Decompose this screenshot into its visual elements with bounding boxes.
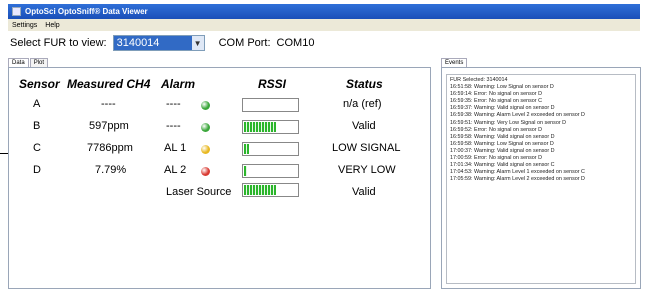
sensor-b-rssi-bar <box>242 120 299 134</box>
annotation-line <box>0 153 8 154</box>
event-line: 16:59:52: Error: No signal on sensor D <box>450 126 542 133</box>
event-line: FUR Selected: 3140014 <box>450 77 508 83</box>
sensor-b-rssi-fill <box>244 122 276 132</box>
sensor-c-rssi-fill <box>244 144 250 154</box>
header-sensor: Sensor <box>19 77 60 91</box>
event-line: 16:59:58: Warning: Low Signal on sensor … <box>450 140 554 147</box>
sensor-c-status-led <box>201 145 210 154</box>
selector-row: Select FUR to view: 3140014 ▼ COM Port: … <box>10 33 314 53</box>
event-line: 16:59:38: Warning: Alarm Level 2 exceede… <box>450 112 585 119</box>
sensor-a-rssi-bar <box>242 98 299 112</box>
menu-settings[interactable]: Settings <box>12 22 37 29</box>
event-line: 16:59:58: Warning: Valid signal on senso… <box>450 133 555 140</box>
sensor-c-alarm: AL 1 <box>164 142 187 154</box>
laser-source-rssi-bar <box>242 183 299 197</box>
event-line: 17:05:59: Warning: Alarm Level 2 exceede… <box>450 176 585 183</box>
tab-data[interactable]: Data <box>8 58 29 67</box>
sensor-d-status: VERY LOW <box>338 164 396 176</box>
window-title: OptoSci OptoSniff® Data Viewer <box>25 7 148 16</box>
data-panel: Data Plot Sensor Measured CH4 Alarm RSSI… <box>8 58 431 289</box>
sensor-d-ch4: 7.79% <box>95 164 127 176</box>
fur-select[interactable]: 3140014 ▼ <box>112 35 205 51</box>
right-tabs: Events <box>441 58 641 67</box>
com-port-value: COM10 <box>276 37 315 49</box>
sensor-c-ch4: 7786ppm <box>87 142 133 154</box>
fur-select-value[interactable]: 3140014 <box>113 36 192 50</box>
sensor-table: Sensor Measured CH4 Alarm RSSI Status A … <box>8 67 431 289</box>
sensor-a-name: A <box>33 98 41 110</box>
fur-label: Select FUR to view: <box>10 37 107 49</box>
sensor-b-name: B <box>33 120 41 132</box>
sensor-c-name: C <box>33 142 41 154</box>
sensor-c-rssi-bar <box>242 142 299 156</box>
app-icon <box>12 7 21 16</box>
sensor-b-status-led <box>201 123 210 132</box>
tab-events[interactable]: Events <box>441 58 468 67</box>
laser-source-label: Laser Source <box>166 186 232 198</box>
laser-source-status: Valid <box>352 186 376 198</box>
sensor-d-name: D <box>33 164 41 176</box>
header-status: Status <box>346 77 383 91</box>
sensor-b-status: Valid <box>352 120 376 132</box>
events-panel: Events FUR Selected: 3140014 16:51:58: W… <box>441 58 641 289</box>
sensor-a-status: n/a (ref) <box>343 98 382 110</box>
event-line: 17:04:53: Warning: Alarm Level 1 exceede… <box>450 169 585 176</box>
sensor-d-rssi-fill <box>244 166 248 176</box>
sensor-d-status-led <box>201 167 210 176</box>
event-line: 16:59:37: Warning: Valid signal on senso… <box>450 105 555 112</box>
tab-plot[interactable]: Plot <box>29 58 49 67</box>
sensor-b-alarm: ---- <box>166 120 181 132</box>
header-alarm: Alarm <box>161 77 196 91</box>
sensor-d-alarm: AL 2 <box>164 164 187 176</box>
event-line: 17:00:37: Warning: Valid signal on senso… <box>450 147 555 154</box>
event-line: 16:59:51: Warning: Very Low Signal on se… <box>450 119 567 126</box>
menu-help[interactable]: Help <box>45 22 59 29</box>
app-window: OptoSci OptoSniff® Data Viewer Settings … <box>0 0 645 291</box>
events-log[interactable]: FUR Selected: 3140014 16:51:58: Warning:… <box>446 74 636 284</box>
left-tabs: Data Plot <box>8 58 431 67</box>
sensor-c-status: LOW SIGNAL <box>332 142 401 154</box>
chevron-down-icon[interactable]: ▼ <box>191 36 204 50</box>
event-line: 16:59:14: Error: No signal on sensor D <box>450 91 542 98</box>
sensor-a-alarm: ---- <box>166 98 181 110</box>
event-line: 17:00:59: Error: No signal on sensor D <box>450 155 542 162</box>
header-measured-ch4: Measured CH4 <box>67 77 151 91</box>
sensor-d-rssi-bar <box>242 164 299 178</box>
sensor-a-status-led <box>201 101 210 110</box>
menu-bar: Settings Help <box>8 19 640 31</box>
title-bar: OptoSci OptoSniff® Data Viewer <box>8 4 640 19</box>
event-line: 17:01:34: Warning: Valid signal on senso… <box>450 162 555 169</box>
event-line: 16:51:58: Warning: Low Signal on sensor … <box>450 84 554 91</box>
events-content: FUR Selected: 3140014 16:51:58: Warning:… <box>441 67 641 289</box>
laser-source-rssi-fill <box>244 185 276 195</box>
com-port-label: COM Port: <box>218 37 271 49</box>
event-line: 16:59:35: Error: No signal on sensor C <box>450 98 542 105</box>
sensor-a-ch4: ---- <box>101 98 116 110</box>
sensor-b-ch4: 597ppm <box>89 120 129 132</box>
header-rssi: RSSI <box>258 77 287 91</box>
